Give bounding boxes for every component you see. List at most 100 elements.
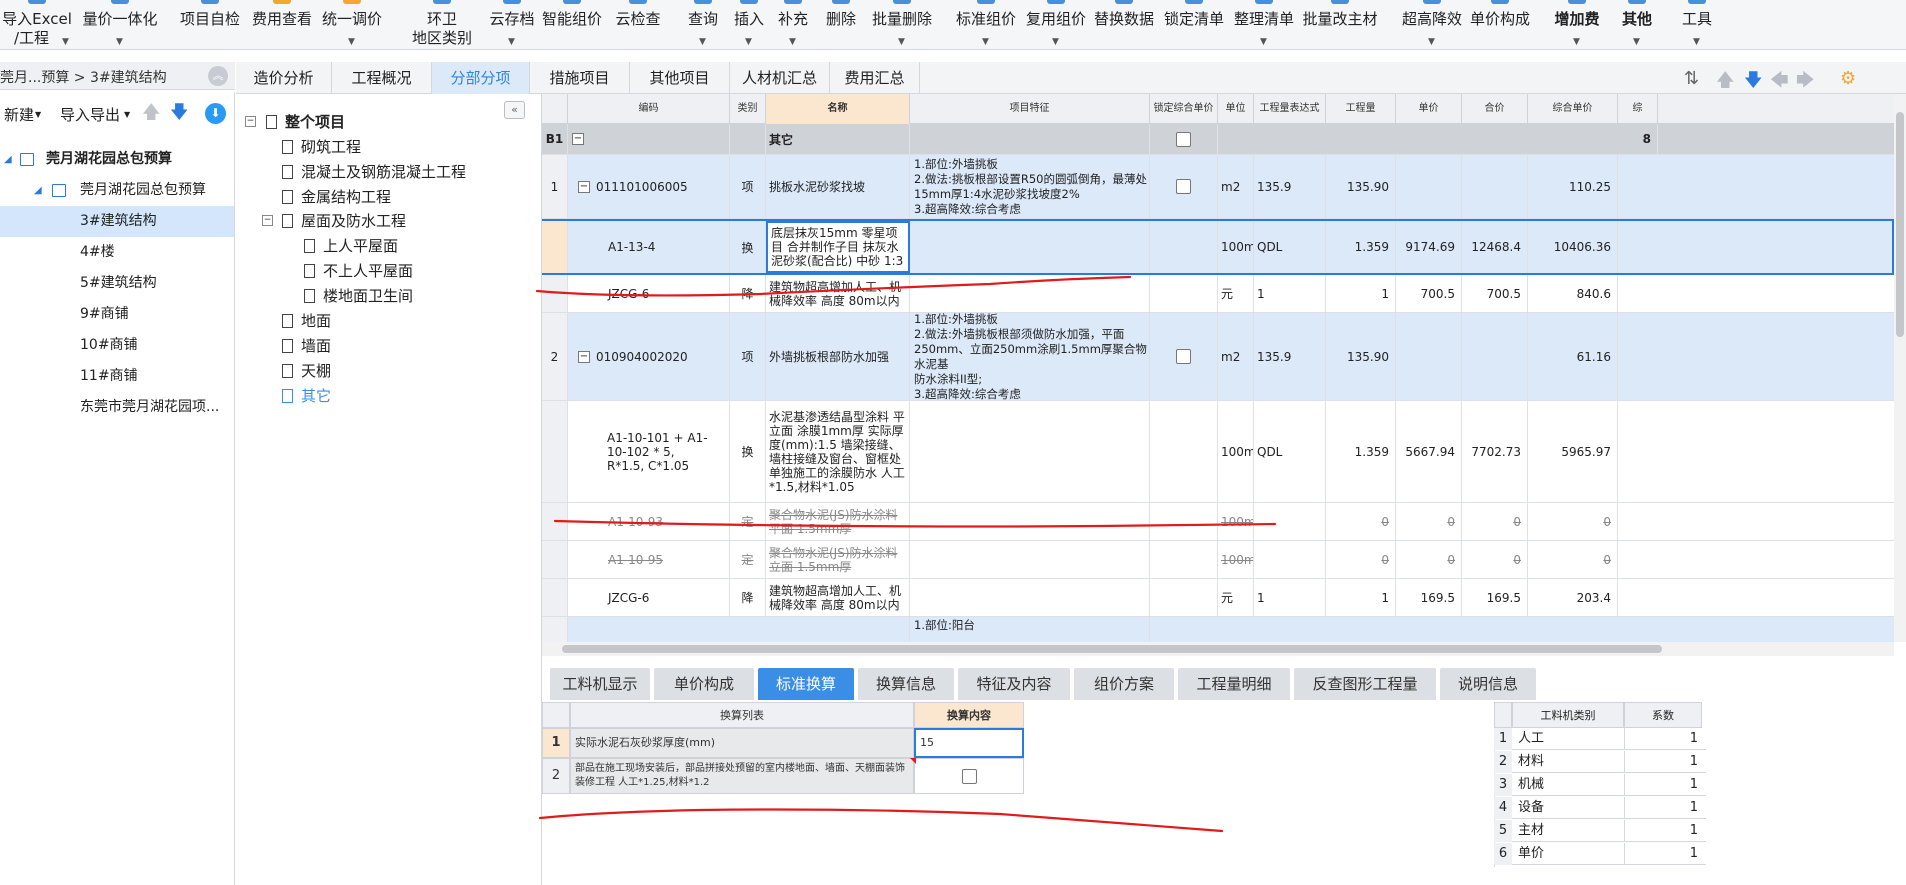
supplement-button[interactable]: 补充 ▼ xyxy=(776,0,810,50)
unified-price-button[interactable]: 统一调价 ▼ xyxy=(320,0,384,50)
delete-button[interactable]: 删除 xyxy=(824,0,858,50)
expand-arrow-icon[interactable]: ◢ xyxy=(4,144,12,175)
coef-value[interactable]: 1 xyxy=(1624,797,1702,819)
coef-value[interactable]: 1 xyxy=(1624,843,1702,865)
import-excel-button[interactable]: 导入Excel /工程 ▼ xyxy=(0,0,74,50)
fee-view-button[interactable]: 费用查看 xyxy=(250,0,314,50)
cloud-save-button[interactable]: 云存档 ▼ xyxy=(488,0,536,50)
tab-unit-composition[interactable]: 单价构成 xyxy=(654,668,754,700)
tab-fee-summary[interactable]: 费用汇总 xyxy=(830,62,920,94)
tab-features[interactable]: 特征及内容 xyxy=(958,668,1070,700)
tree-node-accessible-roof[interactable]: 上人平屋面 xyxy=(304,233,398,259)
coef-row[interactable]: 5 主材 1 xyxy=(1494,820,1706,842)
code[interactable]: A1-13-4 xyxy=(568,221,730,273)
coef-value[interactable]: 1 xyxy=(1624,751,1702,773)
col-header-name[interactable]: 名称 xyxy=(766,94,910,124)
project-check-button[interactable]: 项目自检 xyxy=(178,0,242,50)
tree-node-wall[interactable]: 墙面 xyxy=(282,333,331,359)
col-header-lock-price[interactable]: 锁定综合单价 xyxy=(1150,94,1218,124)
table-row[interactable]: JZCG-6 降 建筑物超高增加人工、机械降效率 高度 80m以内 元 1 1 … xyxy=(542,579,1894,617)
coef-row[interactable]: 3 机械 1 xyxy=(1494,774,1706,796)
tree-node-bathroom-floor[interactable]: 楼地面卫生间 xyxy=(304,283,413,309)
col-header-feature[interactable]: 项目特征 xyxy=(910,94,1150,124)
settings-icon[interactable]: ⚙ xyxy=(1840,68,1856,89)
collapse-box-icon[interactable]: − xyxy=(245,116,256,127)
import-export-button[interactable]: 导入导出 xyxy=(60,104,120,125)
project-item-9[interactable]: 9#商铺 xyxy=(0,299,234,330)
qty-expr[interactable]: 1 xyxy=(1254,579,1326,616)
project-item-dongguan[interactable]: 东莞市莞月湖花园项... xyxy=(0,392,234,423)
col-header-comp[interactable]: 综 xyxy=(1618,94,1658,124)
batch-delete-button[interactable]: 批量删除 ▼ xyxy=(870,0,934,50)
qty-expr[interactable]: 1 xyxy=(1254,275,1326,312)
collapse-box-icon[interactable]: − xyxy=(578,350,590,363)
tree-node-metal[interactable]: 金属结构工程 xyxy=(282,184,391,210)
project-item-5[interactable]: 5#建筑结构 xyxy=(0,268,234,299)
qty-expr[interactable]: 135.9 xyxy=(1254,155,1326,218)
code[interactable]: JZCG-6 xyxy=(568,579,730,616)
lock-checkbox[interactable] xyxy=(1176,131,1191,147)
project-tree-sub[interactable]: ◢ 莞月湖花园总包预算 xyxy=(0,175,234,206)
coef-value[interactable]: 1 xyxy=(1624,820,1702,842)
col-header-total[interactable]: 合价 xyxy=(1462,94,1528,124)
tab-division-items[interactable]: 分部分项 xyxy=(432,62,530,94)
name-cell[interactable]: 聚合物水泥(JS)防水涂料 平面 1.5mm厚 xyxy=(766,503,910,540)
tab-qty-details[interactable]: 工程量明细 xyxy=(1178,668,1290,700)
qty-expr[interactable] xyxy=(1254,541,1326,578)
price-integration-button[interactable]: 量价一体化 ▼ xyxy=(80,0,160,50)
table-row[interactable]: 2 −010904002020 项 外墙挑板根部防水加强 1.部位:外墙挑板 2.… xyxy=(542,313,1894,401)
table-row-struck[interactable]: A1-10-93 定 聚合物水泥(JS)防水涂料 平面 1.5mm厚 100m2… xyxy=(542,503,1894,541)
col-header-type[interactable]: 类别 xyxy=(730,94,766,124)
collapse-left-icon[interactable]: « xyxy=(504,101,525,119)
name-cell[interactable]: 水泥基渗透结晶型涂料 平立面 涂膜1mm厚 实际厚度(mm):1.5 墙梁接缝、… xyxy=(766,401,910,502)
horizontal-scrollbar[interactable] xyxy=(542,642,1894,656)
lock-checkbox-cell[interactable] xyxy=(1150,313,1218,400)
lock-list-button[interactable]: 锁定清单 xyxy=(1162,0,1226,50)
tab-measures[interactable]: 措施项目 xyxy=(530,62,630,94)
tab-labor-material-summary[interactable]: 人材机汇总 xyxy=(730,62,830,94)
code-cell[interactable]: −011101006005 xyxy=(568,155,730,218)
collapse-box-icon[interactable]: − xyxy=(578,180,590,193)
lock-checkbox[interactable] xyxy=(1176,179,1191,194)
coef-value[interactable]: 1 xyxy=(1624,774,1702,796)
col-header-qty[interactable]: 工程量 xyxy=(1326,94,1396,124)
add-fee-button[interactable]: 增加费 ▼ xyxy=(1552,0,1602,50)
col-header-qty-expr[interactable]: 工程量表达式 xyxy=(1254,94,1326,124)
code[interactable]: A1-10-93 xyxy=(568,503,730,540)
name-cell[interactable]: 建筑物超高增加人工、机械降效率 高度 80m以内 xyxy=(766,579,910,616)
coef-row[interactable]: 2 材料 1 xyxy=(1494,751,1706,773)
table-row-selected[interactable]: A1-13-4 换 底层抹灰15mm 零星项目 合并制作子目 抹灰水泥砂浆(配合… xyxy=(542,219,1894,275)
code-cell[interactable]: −010904002020 xyxy=(568,313,730,400)
code[interactable]: A1-10-95 xyxy=(568,541,730,578)
new-button[interactable]: 新建 xyxy=(4,104,34,125)
std-price-button[interactable]: 标准组价 ▼ xyxy=(954,0,1018,50)
coef-row[interactable]: 6 单价 1 xyxy=(1494,843,1706,865)
feature-cell[interactable]: 1.部位:外墙挑板 2.做法:挑板根部设置R50的圆弧倒角，最薄处 15mm厚1:4… xyxy=(910,155,1150,218)
tab-cost-analysis[interactable]: 造价分析 xyxy=(236,62,332,94)
move-down-icon[interactable]: 🡇 xyxy=(170,100,189,130)
name-cell-editing[interactable]: 底层抹灰15mm 零星项目 合并制作子目 抹灰水泥砂浆(配合比) 中砂 1:3 xyxy=(766,221,910,273)
tab-standard-conversion[interactable]: 标准换算 xyxy=(758,668,854,700)
smart-price-button[interactable]: 智能组价 xyxy=(540,0,604,50)
qty-expr[interactable]: QDL xyxy=(1254,401,1326,502)
conv-thickness-input[interactable]: 15 xyxy=(914,728,1024,758)
tab-overview[interactable]: 工程概况 xyxy=(332,62,432,94)
tab-conversion-info[interactable]: 换算信息 xyxy=(858,668,954,700)
other-button[interactable]: 其他 ▼ xyxy=(1620,0,1654,50)
qty-expr[interactable]: 135.9 xyxy=(1254,313,1326,400)
code[interactable]: JZCG-6 xyxy=(568,275,730,312)
tree-node-masonry[interactable]: 砌筑工程 xyxy=(282,134,361,160)
project-item-10[interactable]: 10#商铺 xyxy=(0,330,234,361)
conv-checkbox[interactable] xyxy=(961,768,977,784)
batch-main-material-button[interactable]: 批量改主材 xyxy=(1300,0,1380,50)
col-header-unit[interactable]: 单位 xyxy=(1218,94,1254,124)
table-row[interactable]: A1-10-101 + A1-10-102 * 5, R*1.5, C*1.05… xyxy=(542,401,1894,503)
lock-checkbox[interactable] xyxy=(1176,349,1191,364)
cloud-check-button[interactable]: 云检查 xyxy=(612,0,664,50)
col-header-code[interactable]: 编码 xyxy=(568,94,730,124)
unit-composition-button[interactable]: 单价构成 xyxy=(1468,0,1532,50)
coef-row[interactable]: 4 设备 1 xyxy=(1494,797,1706,819)
section-row[interactable]: B1 − 其它 8 xyxy=(542,124,1894,155)
name[interactable]: 外墙挑板根部防水加强 xyxy=(766,313,910,400)
tree-node-floor[interactable]: 地面 xyxy=(282,308,331,334)
